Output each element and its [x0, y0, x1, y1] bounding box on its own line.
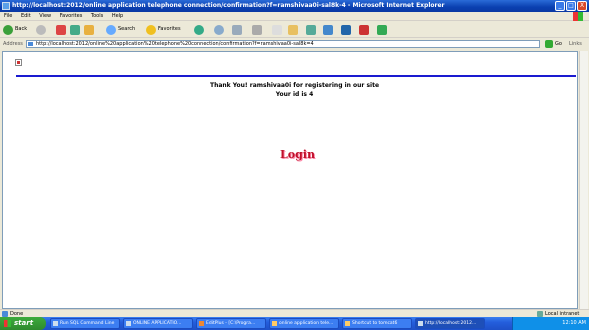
extra-tool-2[interactable]: [341, 24, 353, 35]
refresh-icon: [70, 24, 80, 35]
menu-help[interactable]: Help: [112, 13, 123, 19]
extra-tool-4[interactable]: [377, 24, 389, 35]
task-editplus[interactable]: EditPlus - [C:\Progra...: [196, 318, 266, 329]
history-button[interactable]: [214, 24, 226, 35]
stop-button[interactable]: [56, 24, 68, 35]
system-tray: 12:10 AM: [512, 317, 589, 330]
discuss-button[interactable]: [288, 24, 300, 35]
print-icon: [252, 24, 262, 35]
browser-window: http://localhost:2012/online application…: [0, 0, 589, 330]
back-button[interactable]: Back: [3, 24, 27, 35]
edit-icon: [272, 24, 282, 35]
messenger-icon: [306, 24, 316, 35]
clock: 12:10 AM: [562, 320, 586, 326]
favorites-button[interactable]: Favorites: [146, 24, 181, 35]
broken-image-icon: [15, 59, 22, 66]
favorites-star-icon: [146, 24, 156, 35]
task-ie-active[interactable]: http://localhost:2012...: [415, 318, 485, 329]
windows-logo-icon: [4, 320, 11, 327]
menu-edit[interactable]: Edit: [21, 13, 31, 19]
messenger-button[interactable]: [306, 24, 318, 35]
links-button[interactable]: Links: [569, 38, 582, 50]
refresh-button[interactable]: [70, 24, 82, 35]
ie-icon: [2, 2, 10, 10]
taskbar: start Run SQL Command Line ONLINE APPLIC…: [0, 317, 589, 330]
extra-tool-1[interactable]: [323, 24, 335, 35]
media-button[interactable]: [194, 24, 206, 35]
extra-tool-3[interactable]: [359, 24, 371, 35]
task-folder[interactable]: online application tele...: [269, 318, 339, 329]
windows-logo-icon: [573, 12, 583, 21]
title-bar: http://localhost:2012/online application…: [0, 0, 589, 12]
media-icon: [194, 24, 204, 35]
sql-icon: [53, 321, 58, 326]
history-icon: [214, 24, 224, 35]
maximize-button[interactable]: □: [566, 1, 576, 11]
task-sql[interactable]: Run SQL Command Line: [50, 318, 120, 329]
home-icon: [84, 24, 94, 35]
menu-tools[interactable]: Tools: [91, 13, 103, 19]
menu-file[interactable]: File: [4, 13, 12, 19]
header-divider: [16, 75, 576, 77]
search-button[interactable]: Search: [106, 24, 135, 35]
address-url: http://localhost:2012/online%20applicati…: [36, 41, 314, 47]
tool-icon: [377, 24, 387, 35]
edit-button[interactable]: [272, 24, 284, 35]
tool-icon: [341, 24, 351, 35]
status-bar: Done Local intranet: [0, 309, 589, 317]
tool-icon: [323, 24, 333, 35]
home-button[interactable]: [84, 24, 96, 35]
task-online-app[interactable]: ONLINE APPLICATIO...: [123, 318, 193, 329]
close-button[interactable]: X: [577, 1, 587, 11]
menu-view[interactable]: View: [39, 13, 51, 19]
go-button[interactable]: Go: [545, 39, 562, 49]
address-label: Address: [3, 41, 23, 47]
window-title: http://localhost:2012/online application…: [12, 2, 445, 9]
address-input[interactable]: http://localhost:2012/online%20applicati…: [26, 40, 540, 48]
ie-icon: [418, 321, 423, 326]
back-arrow-icon: [3, 24, 13, 35]
page-content: [2, 51, 578, 309]
forward-arrow-icon: [36, 24, 46, 35]
menu-bar: File Edit View Favorites Tools Help: [0, 12, 589, 21]
user-id-message: Your id is 4: [275, 91, 314, 98]
minimize-button[interactable]: _: [555, 1, 565, 11]
thank-you-message: Thank You! ramshivaa0i for registering i…: [209, 82, 380, 89]
go-arrow-icon: [545, 40, 553, 48]
search-icon: [106, 24, 116, 35]
mail-icon: [232, 24, 242, 35]
start-button[interactable]: start: [0, 317, 46, 330]
window-icon: [126, 321, 131, 326]
menu-favorites[interactable]: Favorites: [60, 13, 83, 19]
toolbar: Back Search Favorites: [0, 21, 589, 38]
print-button[interactable]: [252, 24, 264, 35]
mail-button[interactable]: [232, 24, 244, 35]
task-tomcat[interactable]: Shortcut to tomcat6: [342, 318, 412, 329]
folder-icon: [272, 321, 277, 326]
page-icon: [28, 42, 33, 46]
address-bar: Address http://localhost:2012/online%20a…: [0, 38, 589, 50]
tomcat-icon: [345, 321, 350, 326]
folder-icon: [288, 24, 298, 35]
editplus-icon: [199, 321, 204, 326]
login-link[interactable]: Login: [280, 148, 315, 161]
forward-button[interactable]: [36, 24, 48, 35]
tool-icon: [359, 24, 369, 35]
stop-icon: [56, 24, 66, 35]
vertical-scrollbar[interactable]: [579, 51, 588, 309]
